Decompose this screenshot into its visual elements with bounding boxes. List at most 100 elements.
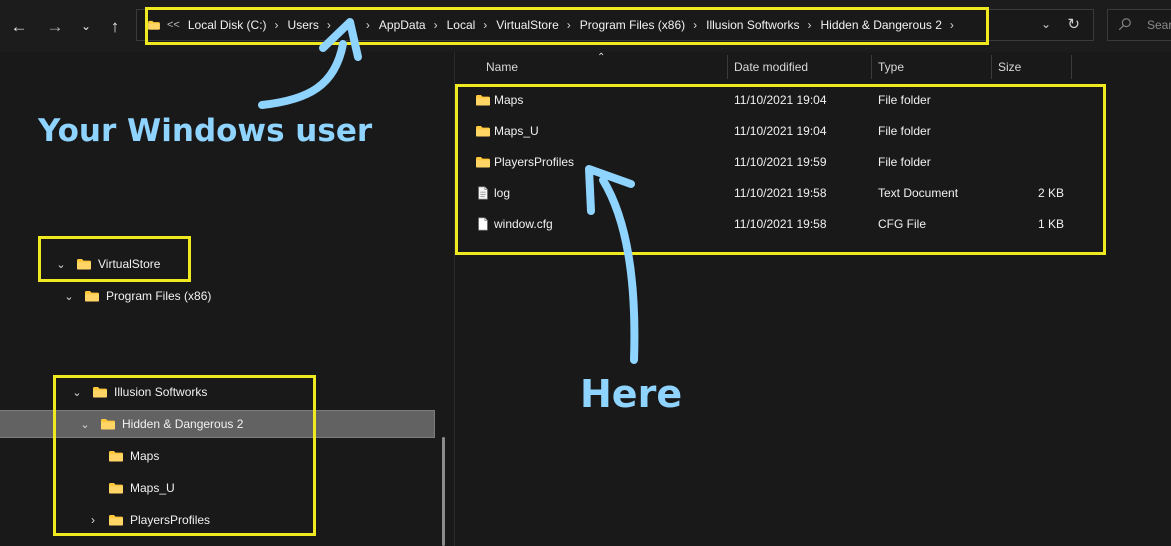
folder-icon <box>93 387 107 398</box>
breadcrumb-separator[interactable]: › <box>434 18 438 32</box>
column-header-size[interactable]: Size <box>998 52 1021 82</box>
back-button[interactable]: ← <box>7 14 31 38</box>
breadcrumb-local[interactable]: Local <box>447 18 476 32</box>
forward-button[interactable]: → <box>43 14 67 38</box>
chevron-down-icon[interactable]: ⌄ <box>72 386 82 399</box>
file-size: 1 KB <box>1037 217 1064 231</box>
up-arrow-icon: ↑ <box>110 16 120 36</box>
file-explorer-window: ← → ⌄ ↑ << Local Disk (C:) › Users › › A… <box>0 0 1171 546</box>
search-icon <box>1118 18 1131 31</box>
breadcrumb-hidden-dangerous-2[interactable]: Hidden & Dangerous 2 <box>821 18 942 32</box>
sidebar-scrollbar[interactable] <box>442 437 445 546</box>
file-type: File folder <box>878 155 931 169</box>
breadcrumb-separator[interactable]: › <box>567 18 571 32</box>
back-arrow-icon: ← <box>10 16 28 36</box>
column-header-name[interactable]: Name <box>486 52 518 82</box>
breadcrumb-program-files-x86[interactable]: Program Files (x86) <box>580 18 685 32</box>
breadcrumb: << Local Disk (C:) › Users › › AppData ›… <box>147 10 963 40</box>
tree-item-label: Maps_U <box>130 481 175 495</box>
breadcrumb-separator[interactable]: › <box>275 18 279 32</box>
column-header-type[interactable]: Type <box>878 52 904 82</box>
file-date-modified: 11/10/2021 19:58 <box>734 217 827 231</box>
refresh-button[interactable]: ↻ <box>1067 15 1080 33</box>
file-type: CFG File <box>878 217 926 231</box>
file-name: PlayersProfiles <box>494 155 575 169</box>
breadcrumb-separator[interactable]: › <box>327 18 331 32</box>
tree-item-label: PlayersProfiles <box>130 513 211 527</box>
folder-icon <box>101 419 115 430</box>
breadcrumb-separator[interactable]: › <box>693 18 697 32</box>
search-box[interactable]: Searc <box>1107 9 1171 41</box>
column-separator[interactable] <box>871 55 872 79</box>
breadcrumb-local-disk[interactable]: Local Disk (C:) <box>188 18 267 32</box>
refresh-icon: ↻ <box>1067 16 1080 33</box>
folder-icon <box>476 157 490 168</box>
document-icon <box>478 217 488 231</box>
top-navigation-bar: ← → ⌄ ↑ << Local Disk (C:) › Users › › A… <box>0 0 1171 52</box>
breadcrumb-illusion-softworks[interactable]: Illusion Softworks <box>706 18 799 32</box>
search-placeholder[interactable]: Searc <box>1147 18 1171 32</box>
tree-item-label: Maps <box>130 449 160 463</box>
file-name: window.cfg <box>494 217 553 231</box>
column-separator[interactable] <box>1071 55 1072 79</box>
forward-arrow-icon: → <box>46 16 64 36</box>
folder-icon <box>85 291 99 302</box>
chevron-down-icon[interactable]: ⌄ <box>80 418 90 431</box>
up-button[interactable]: ↑ <box>103 14 127 38</box>
breadcrumb-appdata[interactable]: AppData <box>379 18 426 32</box>
breadcrumb-overflow[interactable]: << <box>167 19 180 31</box>
file-type: File folder <box>878 93 931 107</box>
chevron-down-icon[interactable]: ⌄ <box>64 290 74 303</box>
file-size: 2 KB <box>1037 186 1064 200</box>
tree-item-maps-u[interactable]: Maps_U <box>0 475 434 501</box>
tree-item-illusion-softworks[interactable]: ⌄ Illusion Softworks <box>0 379 434 405</box>
text-document-icon <box>478 186 488 200</box>
folder-icon <box>109 451 123 462</box>
file-row-window-cfg[interactable]: window.cfg 11/10/2021 19:58 CFG File 1 K… <box>465 211 1097 237</box>
file-row-playersprofiles[interactable]: PlayersProfiles 11/10/2021 19:59 File fo… <box>465 149 1097 175</box>
folder-icon <box>476 126 490 137</box>
folder-icon <box>77 259 91 270</box>
file-name: log <box>494 186 511 200</box>
recent-locations-button[interactable]: ⌄ <box>74 14 98 38</box>
breadcrumb-separator[interactable]: › <box>483 18 487 32</box>
file-type: Text Document <box>878 186 959 200</box>
file-name: Maps <box>494 93 524 107</box>
file-date-modified: 11/10/2021 19:58 <box>734 186 827 200</box>
chevron-down-icon[interactable]: ⌄ <box>56 258 66 271</box>
file-row-log[interactable]: log 11/10/2021 19:58 Text Document 2 KB <box>465 180 1097 206</box>
file-type: File folder <box>878 124 931 138</box>
file-date-modified: 11/10/2021 19:59 <box>734 155 827 169</box>
folder-icon <box>148 20 160 30</box>
folder-icon <box>109 483 123 494</box>
tree-item-label: VirtualStore <box>98 257 161 271</box>
file-row-maps[interactable]: Maps 11/10/2021 19:04 File folder <box>465 87 1097 113</box>
tree-item-label: Program Files (x86) <box>106 289 212 303</box>
chevron-right-icon[interactable]: › <box>88 513 98 527</box>
tree-item-hidden-dangerous-2[interactable]: ⌄ Hidden & Dangerous 2 <box>0 410 435 438</box>
windows-user-annotation: Your Windows user <box>38 113 373 149</box>
breadcrumb-separator[interactable]: › <box>950 18 954 32</box>
tree-item-label: Illusion Softworks <box>114 385 208 399</box>
breadcrumb-virtualstore[interactable]: VirtualStore <box>496 18 558 32</box>
tree-item-label: Hidden & Dangerous 2 <box>122 417 244 431</box>
tree-item-program-files-x86[interactable]: ⌄ Program Files (x86) <box>0 283 434 309</box>
tree-item-maps[interactable]: Maps <box>0 443 434 469</box>
file-date-modified: 11/10/2021 19:04 <box>734 124 827 138</box>
breadcrumb-users[interactable]: Users <box>288 18 319 32</box>
column-separator[interactable] <box>991 55 992 79</box>
breadcrumb-separator[interactable]: › <box>366 18 370 32</box>
breadcrumb-separator[interactable]: › <box>808 18 812 32</box>
address-bar[interactable]: << Local Disk (C:) › Users › › AppData ›… <box>136 9 1094 41</box>
column-separator[interactable] <box>727 55 728 79</box>
file-date-modified: 11/10/2021 19:04 <box>734 93 827 107</box>
here-annotation: Here <box>580 372 683 416</box>
tree-item-virtualstore[interactable]: ⌄ VirtualStore <box>0 251 434 277</box>
tree-item-playersprofiles[interactable]: › PlayersProfiles <box>0 507 434 533</box>
address-dropdown-button[interactable]: ⌄ <box>1041 17 1051 31</box>
folder-icon <box>476 95 490 106</box>
column-header-date-modified[interactable]: Date modified <box>734 52 808 82</box>
file-row-maps-u[interactable]: Maps_U 11/10/2021 19:04 File folder <box>465 118 1097 144</box>
sort-ascending-icon: ⌃ <box>597 52 606 63</box>
chevron-down-icon: ⌄ <box>80 19 92 33</box>
